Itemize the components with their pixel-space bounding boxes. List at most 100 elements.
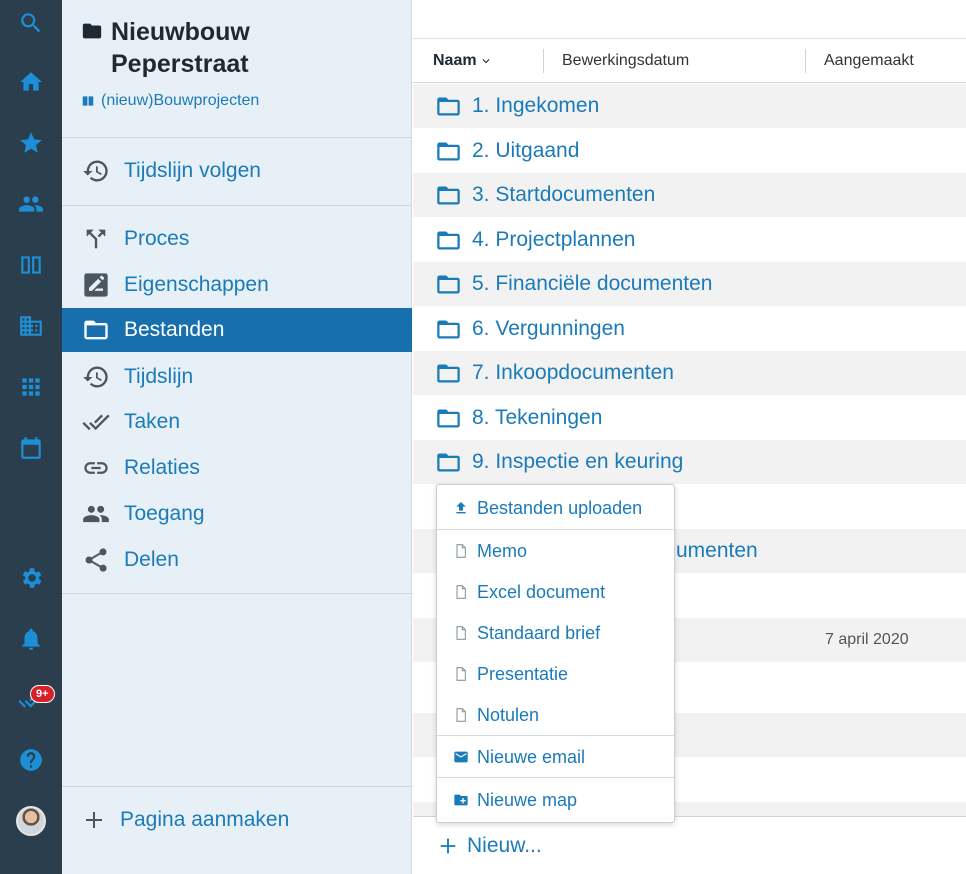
column-modified-label: Bewerkingsdatum <box>562 52 690 69</box>
column-separator <box>805 49 806 73</box>
table-row[interactable]: 6. Vergunningen <box>413 307 966 351</box>
sidebar-item-tijdslijn[interactable]: Tijdslijn <box>62 355 412 399</box>
help-icon[interactable] <box>0 737 62 783</box>
menu-divider <box>437 529 674 530</box>
column-naam-label: Naam <box>433 52 477 69</box>
sidebar-item-eigenschappen[interactable]: Eigenschappen <box>62 263 412 307</box>
document-icon <box>456 585 466 599</box>
user-avatar[interactable] <box>0 798 62 844</box>
folder-name: 4. Projectplannen <box>472 228 636 251</box>
follow-timeline-button[interactable]: Tijdslijn volgen <box>62 149 412 193</box>
divider <box>62 786 412 787</box>
sidebar-header: Nieuwbouw Peperstraat (nieuw)Bouwproject… <box>62 0 411 138</box>
gear-icon[interactable] <box>0 555 62 601</box>
calendar-icon[interactable] <box>0 425 62 471</box>
sidebar-item-bestanden[interactable]: Bestanden <box>62 308 412 352</box>
sidebar-item-proces[interactable]: Proces <box>62 217 412 261</box>
sidebar-item-label: Bestanden <box>124 318 225 341</box>
menu-new-folder[interactable]: Nieuwe map <box>437 780 674 820</box>
folder-outline-icon <box>437 320 460 338</box>
menu-label: Bestanden uploaden <box>477 497 643 518</box>
folder-outline-icon <box>437 186 460 204</box>
table-row[interactable]: 2. Uitgaand <box>413 129 966 173</box>
home-icon[interactable] <box>0 59 62 105</box>
people-icon <box>83 505 109 523</box>
menu-divider <box>437 777 674 778</box>
create-page-label: Pagina aanmaken <box>120 808 290 831</box>
menu-excel-document[interactable]: Excel document <box>437 572 674 612</box>
table-row[interactable]: 7. Inkoopdocumenten <box>413 351 966 395</box>
column-naam[interactable]: Naam <box>433 39 493 83</box>
sidebar-item-label: Toegang <box>124 502 205 525</box>
upload-icon <box>456 502 466 514</box>
column-separator <box>543 49 544 73</box>
tasks-icon[interactable]: 9+ <box>0 677 62 723</box>
grid-icon[interactable] <box>0 364 62 410</box>
building-icon[interactable] <box>0 303 62 349</box>
sidebar-item-delen[interactable]: Delen <box>62 538 412 582</box>
menu-presentation[interactable]: Presentatie <box>437 654 674 694</box>
edit-box-icon <box>84 273 108 297</box>
menu-label: Memo <box>477 540 528 561</box>
project-sidebar: Nieuwbouw Peperstraat (nieuw)Bouwproject… <box>62 0 412 874</box>
table-row[interactable]: 4. Projectplannen <box>413 218 966 262</box>
breadcrumb[interactable]: (nieuw)Bouwprojecten <box>81 92 393 110</box>
folder-name: 7. Inkoopdocumenten <box>472 361 674 384</box>
menu-standard-letter[interactable]: Standaard brief <box>437 613 674 653</box>
menu-memo[interactable]: Memo <box>437 531 674 571</box>
table-row[interactable]: 9. Inspectie en keuring <box>413 440 966 484</box>
folder-name: 2. Uitgaand <box>472 139 580 162</box>
avatar <box>16 806 46 836</box>
table-row[interactable]: 1. Ingekomen <box>413 84 966 128</box>
icon-rail: 9+ <box>0 0 62 874</box>
document-icon <box>456 544 466 558</box>
plus-icon <box>440 838 456 853</box>
sidebar-item-label: Relaties <box>124 456 200 479</box>
table-row[interactable]: 5. Financiële documenten <box>413 262 966 306</box>
star-icon[interactable] <box>0 120 62 166</box>
folder-plus-icon <box>454 794 468 806</box>
follow-label: Tijdslijn volgen <box>124 159 261 182</box>
divider <box>62 593 412 594</box>
create-page-button[interactable]: Pagina aanmaken <box>62 798 412 842</box>
link-icon <box>84 462 108 474</box>
search-icon[interactable] <box>0 0 62 46</box>
folder-outline-icon <box>437 142 460 160</box>
new-button[interactable]: Nieuw... <box>413 816 966 874</box>
sidebar-item-label: Eigenschappen <box>124 273 269 296</box>
plus-icon <box>86 812 102 828</box>
menu-divider <box>437 735 674 736</box>
breadcrumb-label: (nieuw)Bouwprojecten <box>101 92 260 109</box>
menu-minutes[interactable]: Notulen <box>437 695 674 735</box>
folder-name: 8. Tekeningen <box>472 406 603 429</box>
column-aangemaakt[interactable]: Aangemaakt <box>824 39 914 83</box>
folder-outline-icon <box>437 97 460 115</box>
table-row[interactable]: 8. Tekeningen <box>413 396 966 440</box>
menu-new-email[interactable]: Nieuwe email <box>437 737 674 777</box>
column-bewerkingsdatum[interactable]: Bewerkingsdatum <box>562 39 689 83</box>
people-icon[interactable] <box>0 181 62 227</box>
sidebar-item-relaties[interactable]: Relaties <box>62 446 412 490</box>
menu-label: Nieuwe map <box>477 789 578 810</box>
sidebar-item-label: Proces <box>124 227 190 250</box>
folder-name: 5. Financiële documenten <box>472 272 713 295</box>
folder-name: 1. Ingekomen <box>472 94 600 117</box>
new-label: Nieuw... <box>467 833 542 857</box>
tasks-badge: 9+ <box>30 685 55 703</box>
menu-label: Excel document <box>477 581 606 602</box>
process-icon <box>86 229 106 249</box>
table-row[interactable]: 3. Startdocumenten <box>413 173 966 217</box>
mail-icon <box>454 751 468 763</box>
chevron-down-icon <box>482 59 490 64</box>
bell-icon[interactable] <box>0 616 62 662</box>
book-icon[interactable] <box>0 242 62 288</box>
folder-outline-icon <box>437 275 460 293</box>
divider <box>62 205 412 206</box>
row-partial-name: umenten <box>676 539 758 562</box>
folder-outline-icon <box>437 409 460 427</box>
sidebar-item-toegang[interactable]: Toegang <box>62 492 412 536</box>
sidebar-item-taken[interactable]: Taken <box>62 400 412 444</box>
sidebar-item-label: Taken <box>124 410 181 433</box>
menu-upload-files[interactable]: Bestanden uploaden <box>437 488 674 528</box>
menu-label: Notulen <box>477 704 540 725</box>
